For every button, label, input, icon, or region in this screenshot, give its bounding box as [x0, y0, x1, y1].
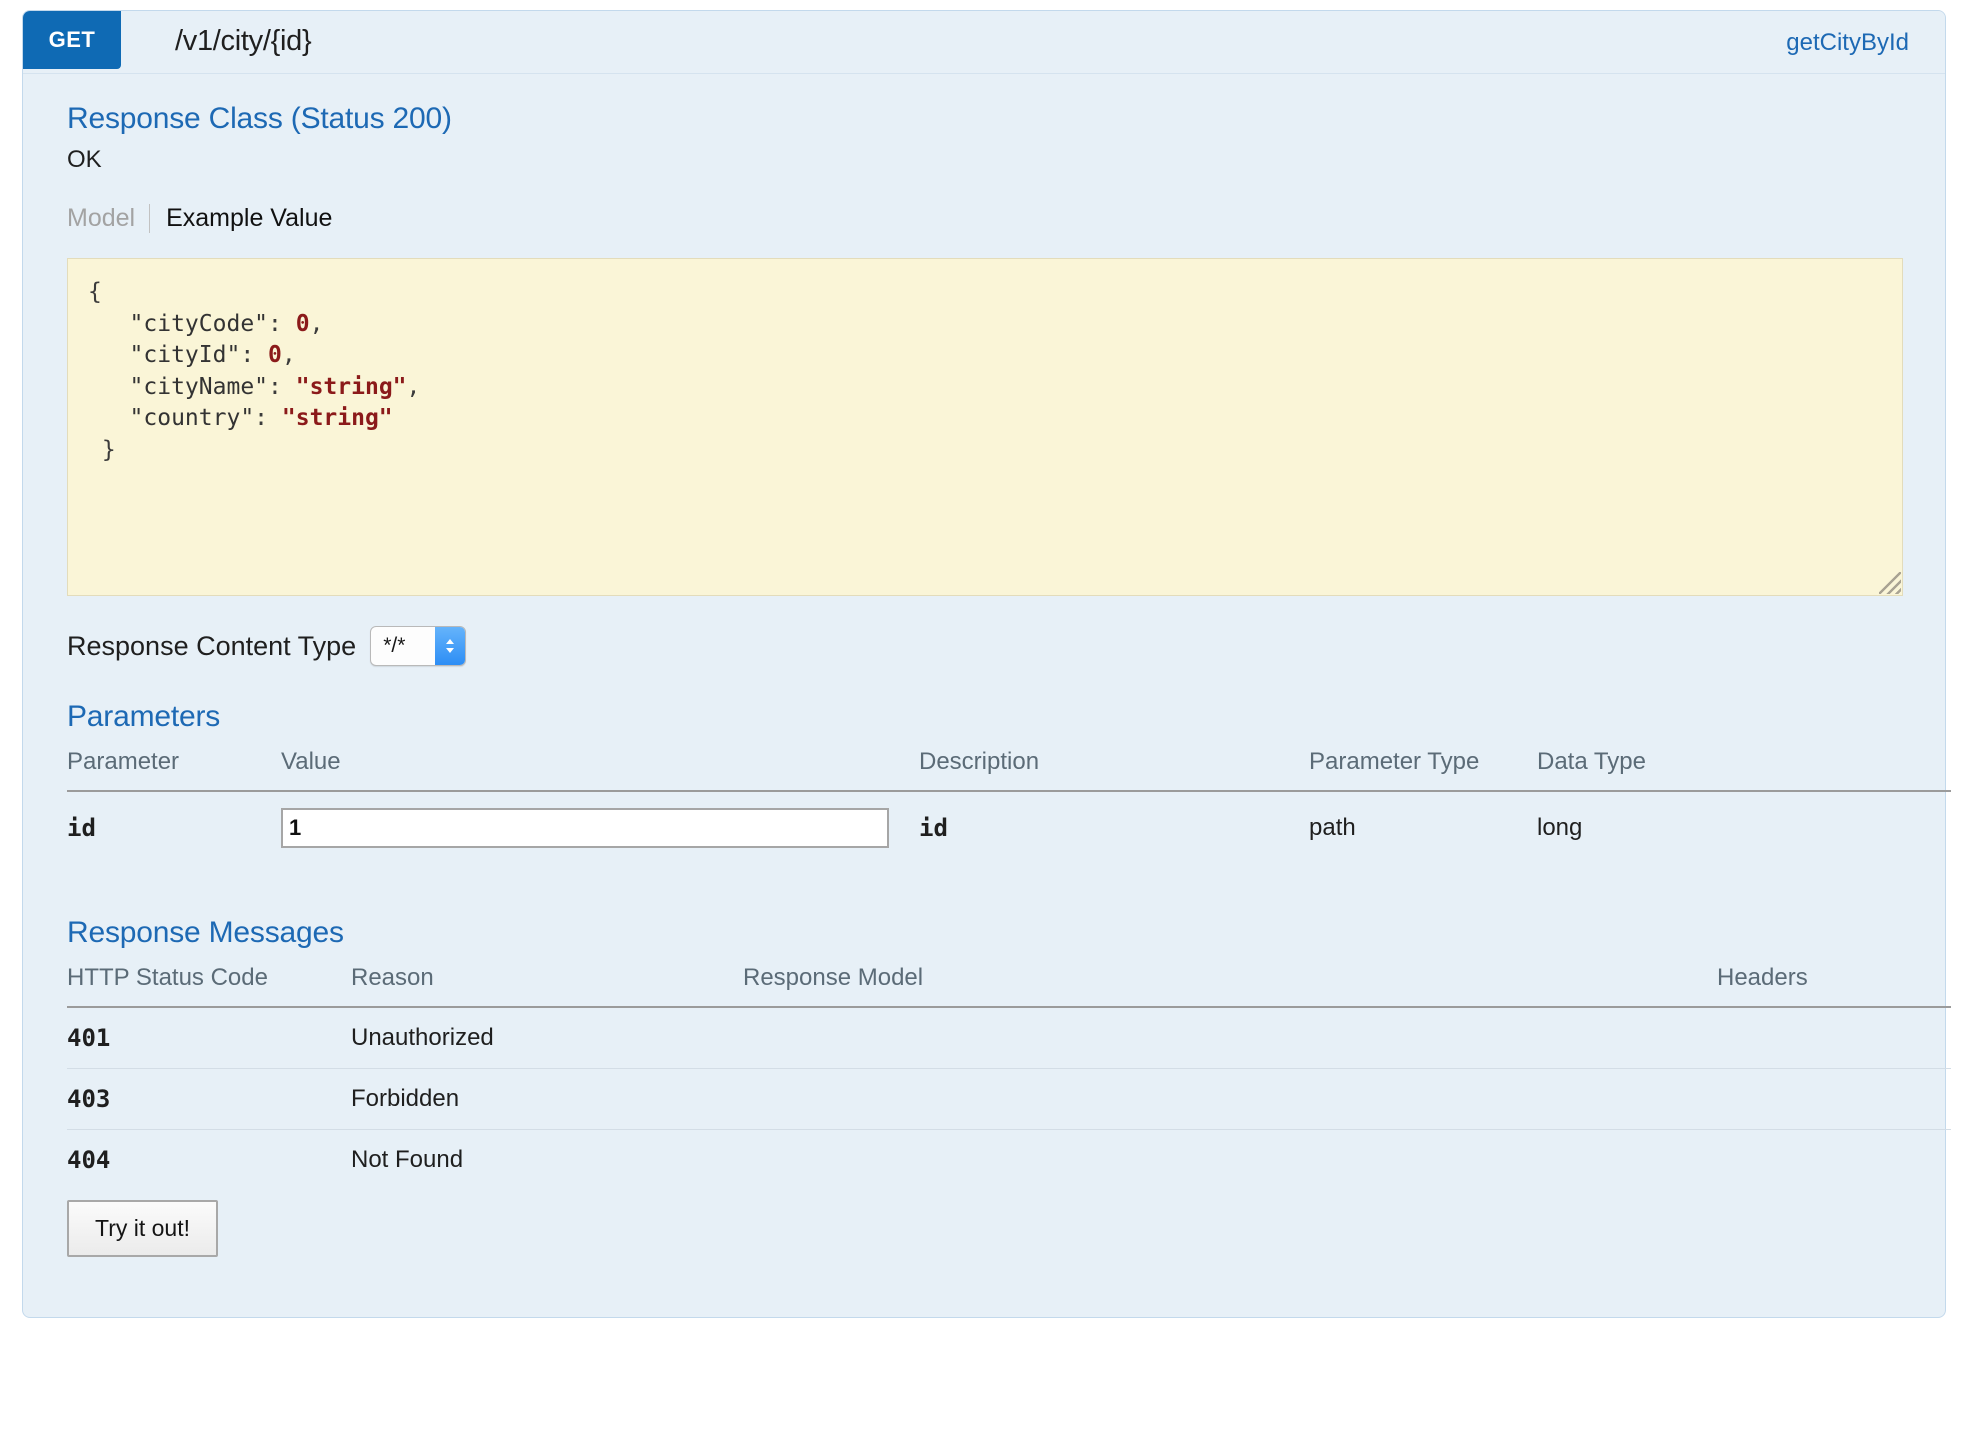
chevron-up-down-icon	[435, 627, 466, 665]
example-value-box[interactable]: { "cityCode": 0, "cityId": 0, "cityName"…	[67, 258, 1903, 596]
try-it-out-button[interactable]: Try it out!	[67, 1200, 218, 1257]
tab-model[interactable]: Model	[67, 203, 151, 233]
response-content-type-value: */*	[383, 634, 406, 657]
resize-handle-icon[interactable]	[1879, 572, 1901, 594]
table-row: id id path long	[67, 791, 1951, 864]
response-headers-404	[1717, 1130, 1951, 1191]
json-key-cityname: "cityName"	[129, 373, 269, 400]
parameter-value-cell	[281, 791, 919, 864]
json-sep-3: :	[254, 405, 282, 431]
response-status-403: 403	[67, 1085, 111, 1113]
json-sep-1: :	[240, 342, 269, 368]
json-close-brace: }	[101, 436, 116, 463]
response-reason-404: Not Found	[351, 1146, 464, 1173]
response-status-text: OK	[67, 146, 102, 173]
parameters-col-data-type: Data Type	[1537, 748, 1646, 775]
json-comma-2: ,	[406, 373, 421, 400]
parameter-data-type-value: long	[1537, 814, 1583, 841]
operation-heading[interactable]: GET /v1/city/{id} getCityById	[23, 11, 1945, 74]
operation-nickname-link[interactable]: getCityById	[1786, 29, 1909, 57]
json-value-country: "string"	[281, 405, 393, 431]
response-col-reason: Reason	[351, 964, 434, 991]
parameters-col-value: Value	[281, 748, 341, 775]
example-value-code: { "cityCode": 0, "cityId": 0, "cityName"…	[68, 259, 1902, 484]
response-class-title: Response Class (Status 200)	[67, 102, 452, 135]
json-value-cityid: 0	[268, 342, 282, 368]
json-value-cityname: "string"	[295, 373, 407, 400]
response-reason-403: Forbidden	[351, 1085, 460, 1112]
parameters-col-description: Description	[919, 748, 1040, 775]
response-col-status-code: HTTP Status Code	[67, 964, 268, 991]
model-example-tabs: Model Example Value	[67, 200, 1901, 236]
response-col-headers: Headers	[1717, 964, 1808, 991]
parameter-description-id: id	[919, 814, 948, 842]
table-row: 404 Not Found	[67, 1129, 1951, 1191]
json-sep-0: :	[268, 310, 296, 337]
json-key-country: "country"	[129, 405, 255, 431]
response-messages-header-row: HTTP Status Code Reason Response Model H…	[67, 964, 1951, 1007]
json-key-citycode: "cityCode"	[129, 310, 269, 337]
response-model-401	[743, 1007, 1717, 1069]
json-sep-2: :	[268, 373, 296, 400]
parameters-header-row: Parameter Value Description Parameter Ty…	[67, 748, 1951, 791]
parameters-col-parameter: Parameter	[67, 748, 180, 775]
parameter-type-value: path	[1309, 814, 1356, 841]
response-headers-403	[1717, 1069, 1951, 1130]
table-row: 401 Unauthorized	[67, 1007, 1951, 1069]
response-content-type-select[interactable]: */*	[370, 626, 467, 666]
parameters-table: Parameter Value Description Parameter Ty…	[67, 748, 1951, 864]
operation-block: GET /v1/city/{id} getCityById Response C…	[22, 10, 1951, 1318]
parameters-col-parameter-type: Parameter Type	[1309, 748, 1480, 775]
json-comma-1: ,	[281, 342, 296, 368]
tab-example-value[interactable]: Example Value	[150, 204, 348, 233]
operation-path: /v1/city/{id}	[175, 25, 312, 57]
response-messages-title: Response Messages	[67, 916, 344, 949]
response-content-type-row: Response Content Type */*	[67, 626, 1901, 666]
table-row: 403 Forbidden	[67, 1068, 1951, 1130]
json-open-brace: {	[88, 279, 102, 305]
response-headers-401	[1717, 1007, 1951, 1069]
json-value-citycode: 0	[295, 310, 310, 337]
response-col-response-model: Response Model	[743, 964, 924, 991]
operation-content: Response Class (Status 200) OK Model Exa…	[23, 74, 1951, 1317]
response-status-401: 401	[67, 1024, 111, 1052]
response-status-404: 404	[67, 1146, 111, 1174]
json-comma-0: ,	[309, 310, 324, 337]
json-key-cityid: "cityId"	[129, 342, 241, 368]
response-model-403	[743, 1069, 1717, 1130]
response-messages-table: HTTP Status Code Reason Response Model H…	[67, 964, 1951, 1190]
response-model-404	[743, 1130, 1717, 1191]
parameters-title: Parameters	[67, 700, 221, 733]
http-method-badge: GET	[23, 11, 121, 69]
response-reason-401: Unauthorized	[351, 1024, 494, 1051]
parameter-value-input[interactable]	[281, 808, 889, 848]
parameter-name-id: id	[67, 814, 96, 842]
response-content-type-label: Response Content Type	[67, 630, 357, 661]
